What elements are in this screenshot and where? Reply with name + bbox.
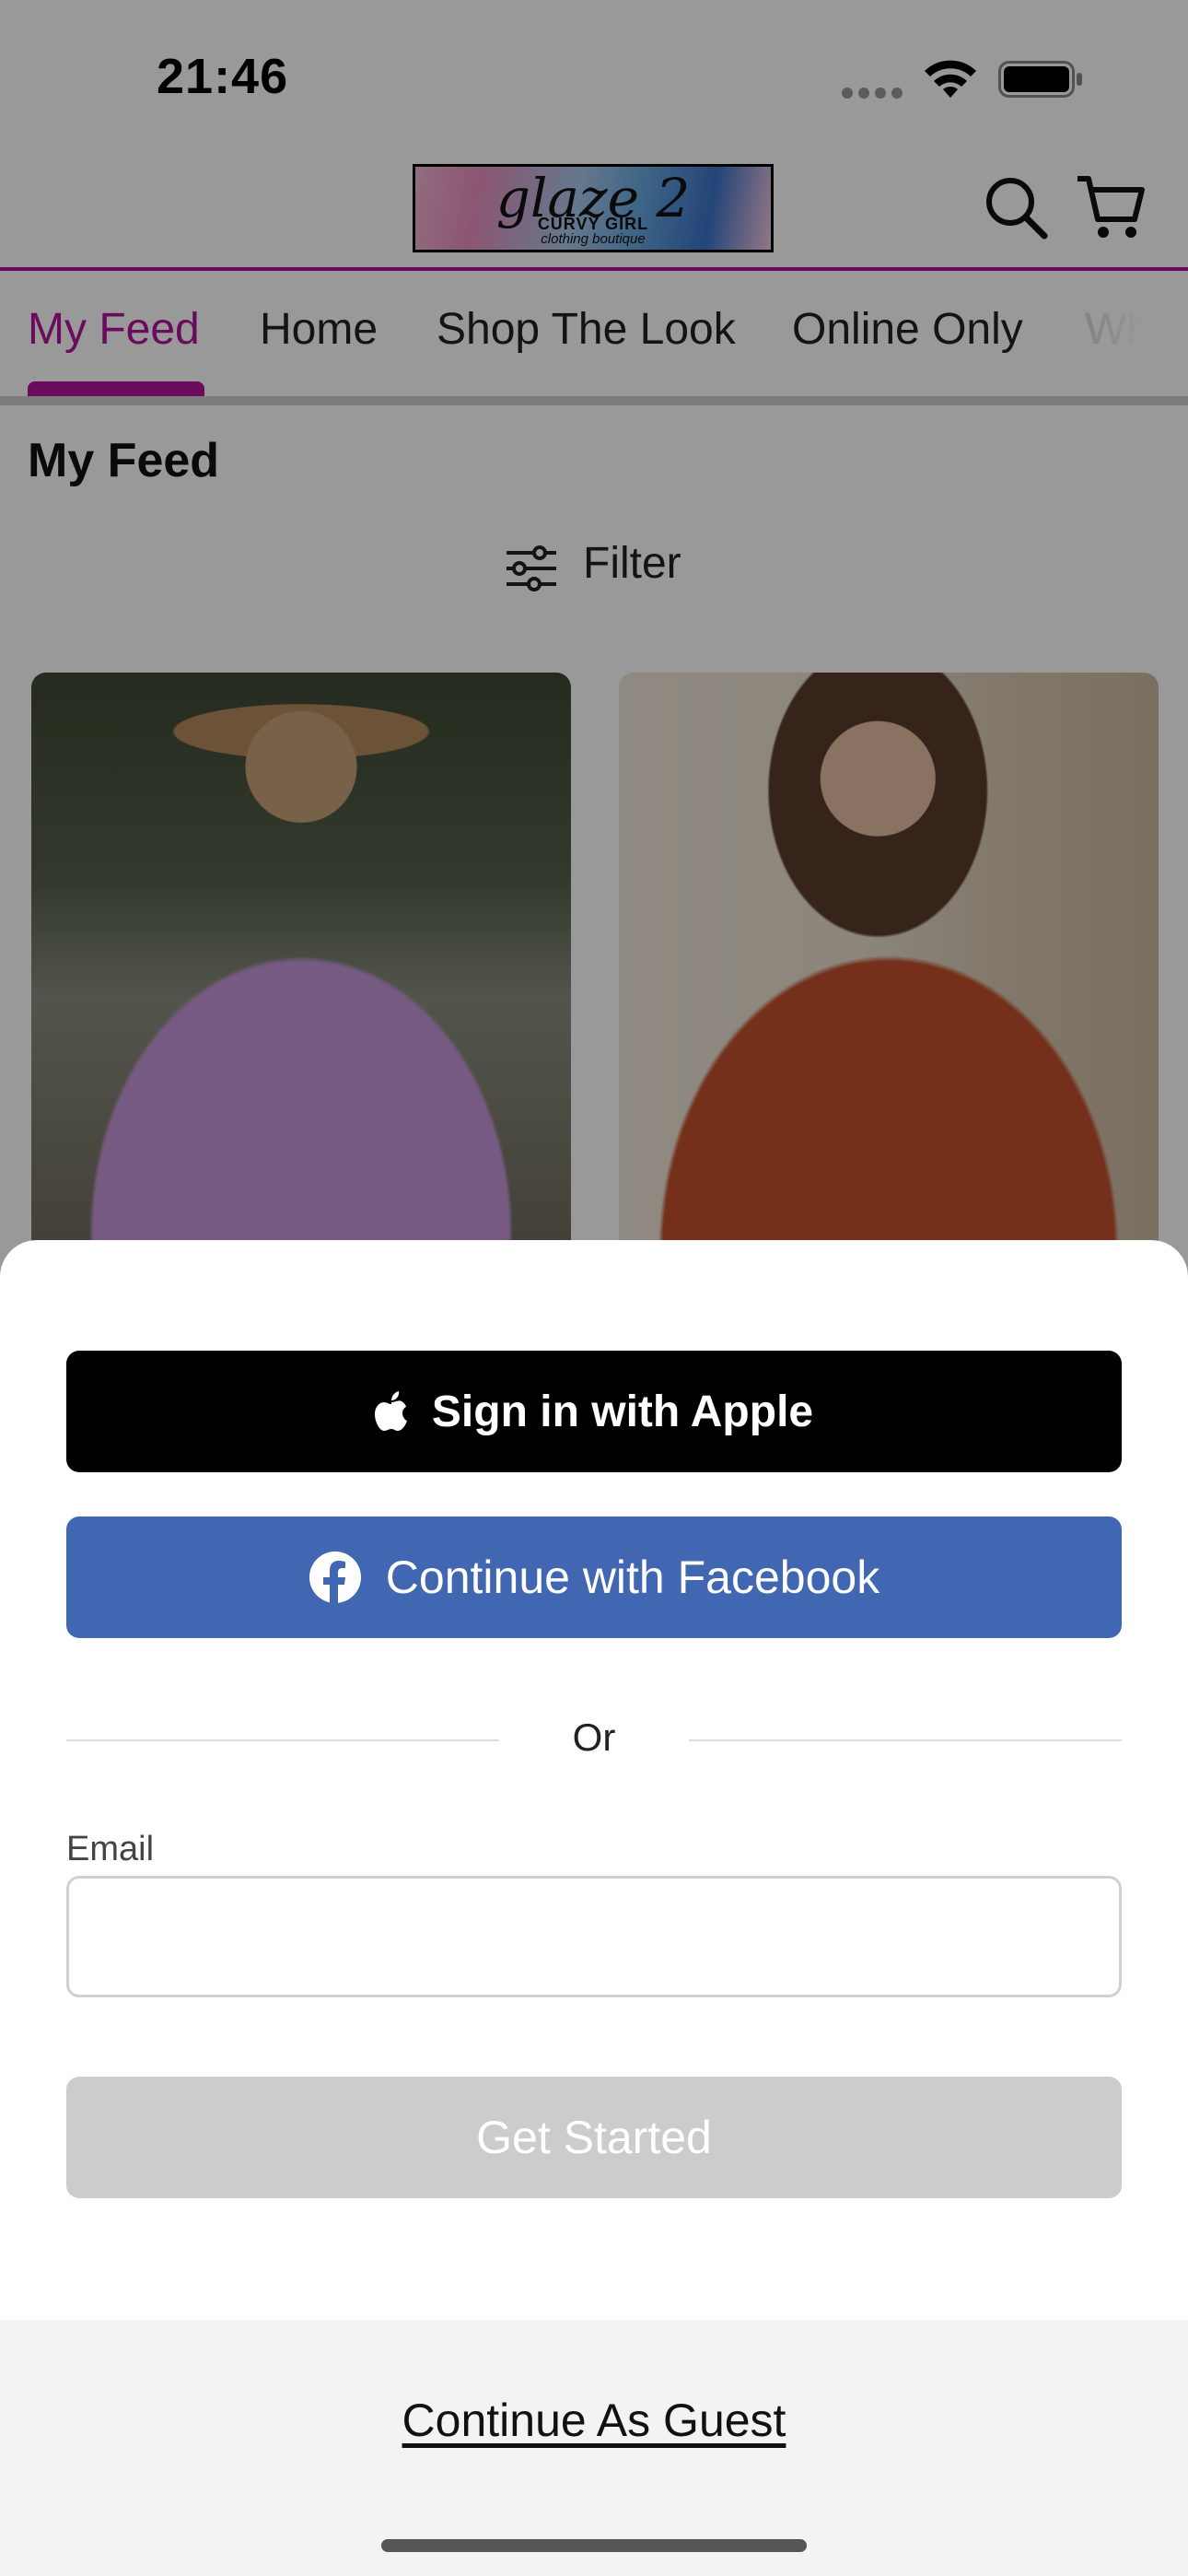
sign-in-with-apple-button[interactable]: Sign in with Apple bbox=[66, 1351, 1122, 1472]
sign-in-sheet: Sign in with Apple Continue with Faceboo… bbox=[0, 1240, 1188, 2576]
home-indicator[interactable] bbox=[381, 2539, 807, 2552]
apple-icon bbox=[374, 1391, 408, 1432]
continue-as-guest-link[interactable]: Continue As Guest bbox=[0, 2394, 1188, 2447]
email-label: Email bbox=[66, 1830, 155, 1868]
facebook-button-label: Continue with Facebook bbox=[385, 1551, 880, 1603]
facebook-icon bbox=[309, 1551, 362, 1604]
get-started-button[interactable]: Get Started bbox=[66, 2077, 1122, 2198]
or-separator: Or bbox=[572, 1715, 616, 1759]
divider-right bbox=[689, 1739, 1122, 1741]
continue-with-facebook-button[interactable]: Continue with Facebook bbox=[66, 1516, 1122, 1638]
email-field[interactable] bbox=[66, 1876, 1122, 1997]
apple-button-label: Sign in with Apple bbox=[431, 1387, 814, 1436]
guest-footer: Continue As Guest bbox=[0, 2320, 1188, 2576]
